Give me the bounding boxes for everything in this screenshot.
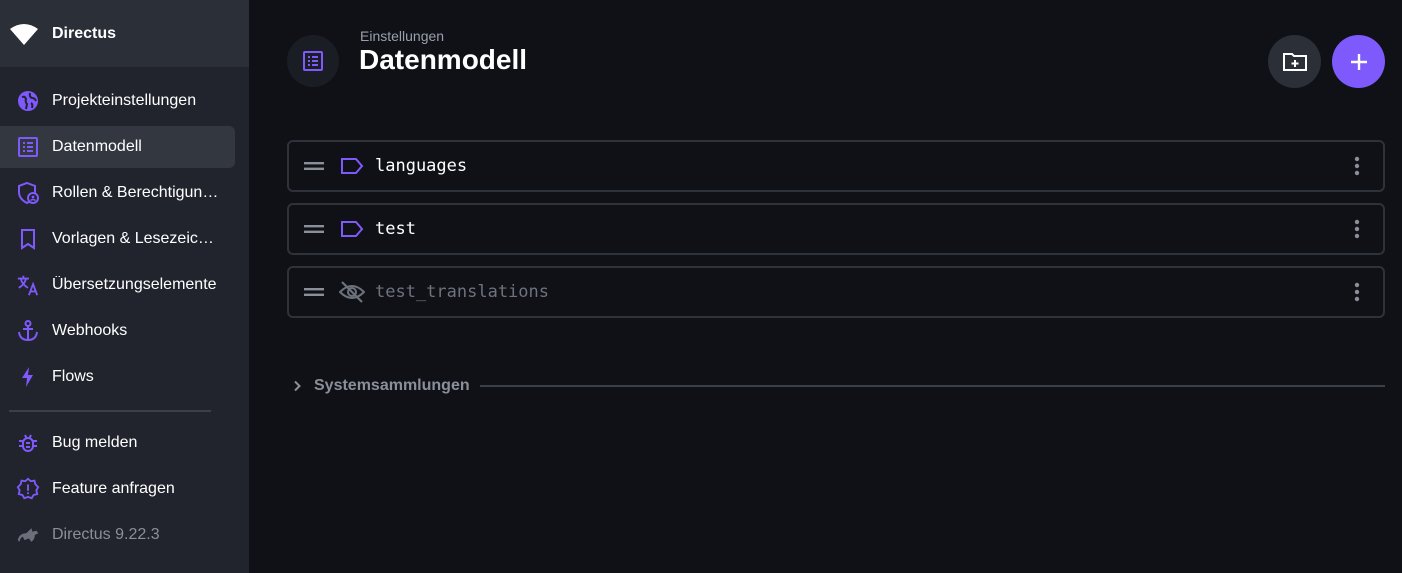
sidebar-item-label: Bug melden bbox=[52, 434, 138, 451]
more-vert-icon[interactable] bbox=[1345, 217, 1369, 241]
collections-list: languages test test_translations bbox=[287, 140, 1385, 318]
breadcrumb[interactable]: Einstellungen bbox=[360, 28, 444, 44]
header-actions bbox=[1268, 35, 1385, 88]
collection-row-test-translations[interactable]: test_translations bbox=[287, 266, 1385, 318]
app: Directus Projekteinstellungen Datenmodel… bbox=[0, 0, 1402, 573]
divider-line bbox=[479, 385, 1385, 387]
directus-rabbit-icon bbox=[16, 523, 40, 547]
sidebar-item-report-bug[interactable]: Bug melden bbox=[0, 422, 235, 464]
visibility-off-icon bbox=[339, 280, 365, 304]
label-icon bbox=[339, 154, 365, 178]
collection-name: test bbox=[375, 219, 416, 239]
sidebar: Directus Projekteinstellungen Datenmodel… bbox=[0, 0, 249, 573]
sidebar-item-label: Webhooks bbox=[52, 322, 128, 339]
list-alt-icon bbox=[301, 49, 325, 73]
sidebar-divider bbox=[9, 410, 211, 412]
sidebar-item-presets[interactable]: Vorlagen & Lesezeichen bbox=[0, 218, 235, 260]
more-vert-icon[interactable] bbox=[1345, 154, 1369, 178]
anchor-icon bbox=[16, 319, 40, 343]
sidebar-item-roles[interactable]: Rollen & Berechtigungen bbox=[0, 172, 235, 214]
collection-row-languages[interactable]: languages bbox=[287, 140, 1385, 192]
sidebar-item-webhooks[interactable]: Webhooks bbox=[0, 310, 235, 352]
sidebar-item-request-feature[interactable]: Feature anfragen bbox=[0, 468, 235, 510]
drag-handle-icon[interactable] bbox=[303, 217, 325, 241]
collection-name: languages bbox=[375, 156, 468, 176]
sidebar-item-label: Vorlagen & Lesezeichen bbox=[52, 230, 222, 247]
sidebar-item-data-model[interactable]: Datenmodell bbox=[0, 126, 235, 168]
label-icon bbox=[339, 217, 365, 241]
project-title: Directus bbox=[52, 24, 117, 42]
system-collections-toggle[interactable]: Systemsammlungen bbox=[287, 376, 1385, 396]
settings-nav: Projekteinstellungen Datenmodell Rollen … bbox=[0, 67, 249, 560]
chevron-right-icon bbox=[287, 376, 307, 396]
more-vert-icon[interactable] bbox=[1345, 280, 1369, 304]
page-title: Datenmodell bbox=[359, 44, 528, 75]
sidebar-item-label: Directus 9.22.3 bbox=[52, 526, 160, 543]
sidebar-item-label: Projekteinstellungen bbox=[52, 92, 197, 109]
sidebar-item-label: Datenmodell bbox=[52, 138, 142, 155]
create-folder-button[interactable] bbox=[1268, 35, 1321, 88]
sidebar-item-project-settings[interactable]: Projekteinstellungen bbox=[0, 80, 235, 122]
page-icon bbox=[287, 35, 339, 87]
system-collections-label: Systemsammlungen bbox=[314, 377, 470, 394]
bug-icon bbox=[16, 431, 40, 455]
add-icon bbox=[1348, 51, 1370, 73]
drag-handle-icon[interactable] bbox=[303, 280, 325, 304]
collection-name: test_translations bbox=[375, 282, 549, 302]
wifi-logo-icon bbox=[10, 20, 38, 48]
sidebar-item-label: Rollen & Berechtigungen bbox=[52, 184, 222, 201]
new-releases-icon bbox=[16, 477, 40, 501]
sidebar-item-flows[interactable]: Flows bbox=[0, 356, 235, 398]
create-new-folder-icon bbox=[1282, 50, 1308, 74]
sidebar-item-version[interactable]: Directus 9.22.3 bbox=[0, 514, 235, 556]
drag-handle-icon[interactable] bbox=[303, 154, 325, 178]
main-content: Einstellungen Datenmodell languages test… bbox=[249, 0, 1402, 573]
bookmark-icon bbox=[16, 227, 40, 251]
bolt-icon bbox=[16, 365, 40, 389]
list-alt-icon bbox=[16, 135, 40, 159]
sidebar-item-label: Feature anfragen bbox=[52, 480, 175, 497]
page-header: Einstellungen Datenmodell bbox=[287, 0, 1385, 120]
sidebar-item-translations[interactable]: Übersetzungselemente bbox=[0, 264, 235, 306]
create-collection-button[interactable] bbox=[1332, 35, 1385, 88]
globe-icon bbox=[16, 89, 40, 113]
sidebar-item-label: Übersetzungselemente bbox=[52, 276, 217, 293]
collection-row-test[interactable]: test bbox=[287, 203, 1385, 255]
translate-icon bbox=[16, 273, 40, 297]
admin-shield-icon bbox=[16, 181, 40, 205]
project-header[interactable]: Directus bbox=[0, 0, 249, 67]
sidebar-item-label: Flows bbox=[52, 368, 94, 385]
